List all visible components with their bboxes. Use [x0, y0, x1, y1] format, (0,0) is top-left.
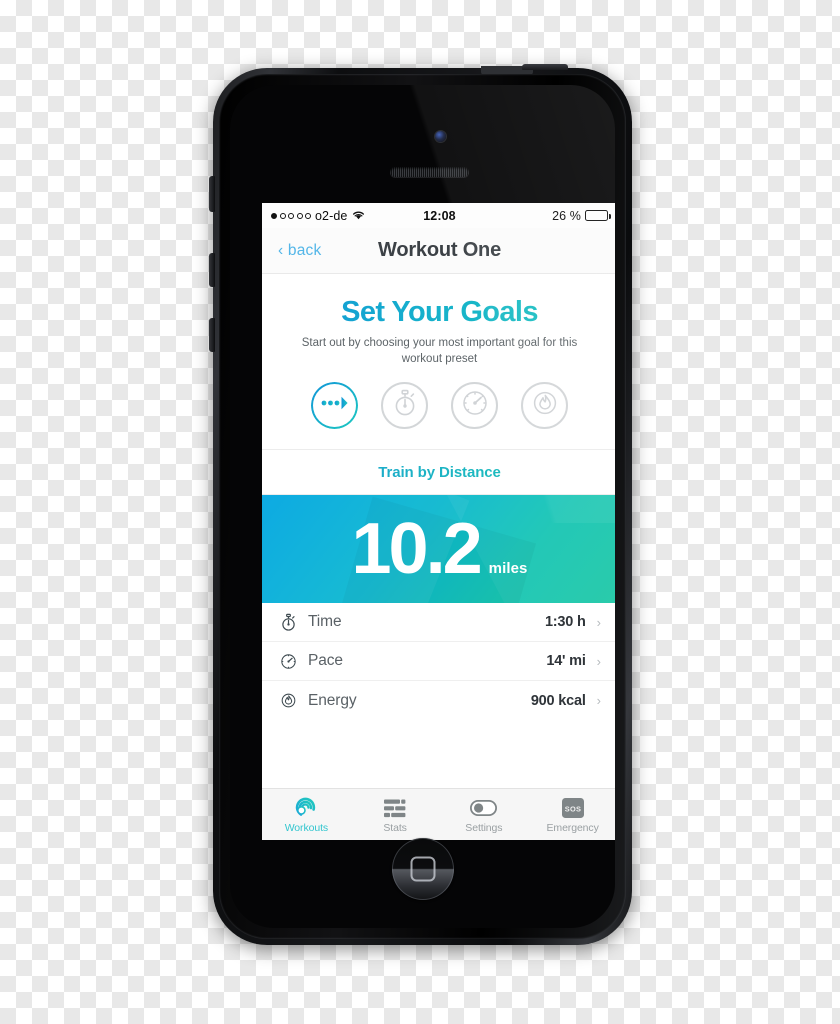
tab-label: Emergency	[546, 822, 599, 834]
svg-text:SOS: SOS	[564, 804, 581, 813]
back-button[interactable]: ‹ back	[278, 242, 321, 260]
speedometer-icon	[277, 653, 299, 670]
chevron-right-icon: ›	[596, 614, 601, 630]
stat-row-time[interactable]: Time 1:30 h ›	[262, 603, 615, 643]
phone-screen: o2-de 12:08 26 % ‹ back Workout One Set …	[262, 203, 615, 840]
mute-switch[interactable]	[209, 176, 215, 212]
swirl-icon	[294, 797, 319, 819]
status-bar: o2-de 12:08 26 %	[262, 203, 615, 228]
stopwatch-icon	[392, 389, 418, 422]
goal-option-distance[interactable]	[311, 382, 358, 429]
goal-option-pace[interactable]	[451, 382, 498, 430]
tab-stats[interactable]: Stats	[351, 789, 440, 840]
tab-emergency[interactable]: SOS Emergency	[528, 789, 615, 840]
iphone-device: o2-de 12:08 26 % ‹ back Workout One Set …	[209, 64, 632, 945]
chevron-right-icon: ›	[596, 693, 601, 709]
sos-icon: SOS	[561, 797, 584, 819]
goals-heading: Set Your Goals	[262, 296, 615, 329]
stat-row-pace[interactable]: Pace 14' mi ›	[262, 642, 615, 682]
carrier-label: o2-de	[315, 208, 348, 223]
stat-label: Energy	[308, 691, 357, 709]
goal-selector	[262, 382, 615, 451]
chevron-right-icon: ›	[596, 653, 601, 669]
toggle-icon	[470, 797, 498, 819]
phone-front-face: o2-de 12:08 26 % ‹ back Workout One Set …	[230, 85, 615, 928]
volume-up-button[interactable]	[209, 253, 215, 287]
train-mode-label: Train by Distance	[262, 450, 615, 496]
navigation-bar: ‹ back Workout One	[262, 228, 615, 274]
content-spacer	[262, 720, 615, 788]
speedometer-icon	[461, 389, 489, 422]
goal-option-energy[interactable]	[521, 382, 568, 430]
flame-icon	[277, 692, 299, 709]
distance-arrow-icon	[321, 396, 348, 415]
status-bar-right: 26 %	[552, 208, 611, 223]
stat-row-energy[interactable]: Energy 900 kcal ›	[262, 681, 615, 720]
tab-settings[interactable]: Settings	[440, 789, 529, 840]
earpiece-speaker	[390, 167, 469, 177]
flame-icon	[531, 389, 559, 422]
signal-strength-icon	[271, 212, 311, 219]
goals-subheading: Start out by choosing your most importan…	[301, 337, 578, 365]
stat-value: 1:30 h	[544, 614, 586, 631]
stat-label: Pace	[308, 652, 343, 670]
tab-label: Workouts	[284, 822, 329, 834]
stat-value: 14' mi	[546, 653, 586, 670]
home-button[interactable]	[391, 838, 454, 900]
bars-icon	[384, 797, 406, 819]
goals-section: Set Your Goals Start out by choosing you…	[262, 274, 615, 451]
tab-label: Settings	[465, 822, 503, 834]
goal-unit: miles	[488, 560, 528, 578]
wifi-icon	[352, 209, 365, 223]
tab-label: Stats	[383, 822, 407, 834]
home-button-icon	[410, 856, 435, 882]
battery-icon	[585, 210, 611, 221]
tab-bar: Workouts Stats Settings SOS Emergency	[262, 788, 615, 840]
power-button[interactable]	[522, 64, 568, 70]
goal-value-banner[interactable]: 10.2 miles	[262, 495, 615, 604]
goal-option-time[interactable]	[381, 382, 428, 430]
camera-icon	[435, 131, 446, 142]
goal-value: 10.2	[351, 509, 483, 590]
phone-bezel: o2-de 12:08 26 % ‹ back Workout One Set …	[219, 74, 626, 939]
stats-list: Time 1:30 h › Pace 14' mi › Energy 900 k…	[262, 603, 615, 721]
goal-value-group: 10.2 miles	[352, 513, 528, 585]
battery-percent-label: 26 %	[552, 208, 581, 223]
tab-workouts[interactable]: Workouts	[262, 789, 351, 840]
stopwatch-icon	[277, 613, 299, 632]
stat-label: Time	[308, 613, 342, 631]
volume-down-button[interactable]	[209, 318, 215, 352]
status-bar-left: o2-de	[271, 209, 365, 223]
stat-value: 900 kcal	[530, 692, 586, 709]
